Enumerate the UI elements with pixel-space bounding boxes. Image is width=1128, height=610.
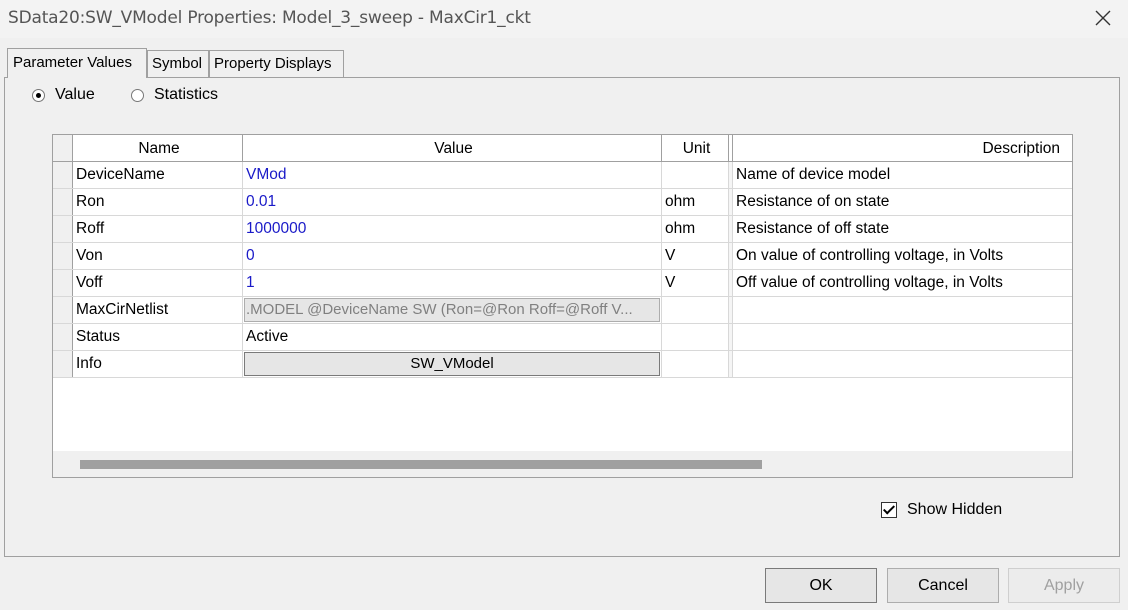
param-description <box>733 297 1072 323</box>
param-name: Roff <box>73 216 243 242</box>
tab-symbol[interactable]: Symbol <box>147 50 209 78</box>
horizontal-scrollbar[interactable] <box>53 451 1072 477</box>
param-unit <box>662 297 729 323</box>
column-header-name[interactable]: Name <box>73 135 243 162</box>
table-row[interactable]: DeviceName VMod Name of device model <box>53 162 1072 189</box>
param-name: Info <box>73 351 243 377</box>
param-value[interactable]: VMod <box>243 162 662 188</box>
tab-property-displays[interactable]: Property Displays <box>209 50 344 78</box>
radio-unselected-icon <box>131 88 144 102</box>
param-value[interactable]: 0.01 <box>243 189 662 215</box>
param-value-cell: .MODEL @DeviceName SW (Ron=@Ron Roff=@Ro… <box>243 297 662 323</box>
row-header[interactable] <box>53 270 73 296</box>
param-unit <box>662 351 729 377</box>
radio-value-label: Value <box>55 86 95 103</box>
column-header-description[interactable]: Description <box>733 135 1072 162</box>
param-description: On value of controlling voltage, in Volt… <box>733 243 1072 269</box>
param-name: Von <box>73 243 243 269</box>
column-header-value[interactable]: Value <box>243 135 662 162</box>
row-header[interactable] <box>53 162 73 188</box>
param-value[interactable]: 1 <box>243 270 662 296</box>
param-description <box>733 351 1072 377</box>
table-row[interactable]: Voff 1 V Off value of controlling voltag… <box>53 270 1072 297</box>
param-unit <box>662 162 729 188</box>
param-unit: V <box>662 243 729 269</box>
param-description <box>733 324 1072 350</box>
row-header[interactable] <box>53 297 73 323</box>
row-header[interactable] <box>53 243 73 269</box>
table-row[interactable]: Status Active <box>53 324 1072 351</box>
param-description: Name of device model <box>733 162 1072 188</box>
param-name: Ron <box>73 189 243 215</box>
param-value-cell: SW_VModel <box>243 351 662 377</box>
table-row[interactable]: Ron 0.01 ohm Resistance of on state <box>53 189 1072 216</box>
radio-value[interactable]: Value <box>32 86 95 104</box>
column-header-unit[interactable]: Unit <box>662 135 729 162</box>
apply-button[interactable]: Apply <box>1008 568 1120 603</box>
param-description: Resistance of off state <box>733 216 1072 242</box>
param-name: Voff <box>73 270 243 296</box>
radio-statistics[interactable]: Statistics <box>131 86 218 104</box>
close-icon[interactable] <box>1086 4 1120 32</box>
row-header[interactable] <box>53 351 73 377</box>
row-header[interactable] <box>53 216 73 242</box>
table-row[interactable]: Info SW_VModel <box>53 351 1072 378</box>
grid-corner <box>53 135 73 162</box>
param-name: Status <box>73 324 243 350</box>
tab-parameter-values[interactable]: Parameter Values <box>7 48 147 78</box>
table-row[interactable]: MaxCirNetlist .MODEL @DeviceName SW (Ron… <box>53 297 1072 324</box>
window-title: SData20:SW_VModel Properties: Model_3_sw… <box>8 8 531 28</box>
parameter-grid: Name Value Unit Description DeviceName V… <box>52 134 1073 478</box>
netlist-button[interactable]: .MODEL @DeviceName SW (Ron=@Ron Roff=@Ro… <box>244 298 660 322</box>
param-name: MaxCirNetlist <box>73 297 243 323</box>
table-row[interactable]: Von 0 V On value of controlling voltage,… <box>53 243 1072 270</box>
ok-button[interactable]: OK <box>765 568 877 603</box>
cancel-button[interactable]: Cancel <box>887 568 999 603</box>
info-button[interactable]: SW_VModel <box>244 352 660 376</box>
row-header[interactable] <box>53 189 73 215</box>
param-description: Off value of controlling voltage, in Vol… <box>733 270 1072 296</box>
radio-selected-icon <box>32 88 45 102</box>
param-value[interactable]: 1000000 <box>243 216 662 242</box>
show-hidden-label: Show Hidden <box>907 501 1003 518</box>
param-value[interactable]: 0 <box>243 243 662 269</box>
param-unit: ohm <box>662 216 729 242</box>
grid-header-row: Name Value Unit Description <box>53 135 1072 162</box>
param-value[interactable]: Active <box>243 324 662 350</box>
title-bar: SData20:SW_VModel Properties: Model_3_sw… <box>0 0 1128 38</box>
table-row[interactable]: Roff 1000000 ohm Resistance of off state <box>53 216 1072 243</box>
param-unit: V <box>662 270 729 296</box>
checkbox-checked-icon <box>881 502 897 518</box>
scrollbar-thumb[interactable] <box>80 460 762 469</box>
param-unit <box>662 324 729 350</box>
show-hidden-checkbox[interactable]: Show Hidden <box>881 501 1002 519</box>
param-unit: ohm <box>662 189 729 215</box>
row-header[interactable] <box>53 324 73 350</box>
param-description: Resistance of on state <box>733 189 1072 215</box>
param-name: DeviceName <box>73 162 243 188</box>
radio-statistics-label: Statistics <box>154 86 219 103</box>
